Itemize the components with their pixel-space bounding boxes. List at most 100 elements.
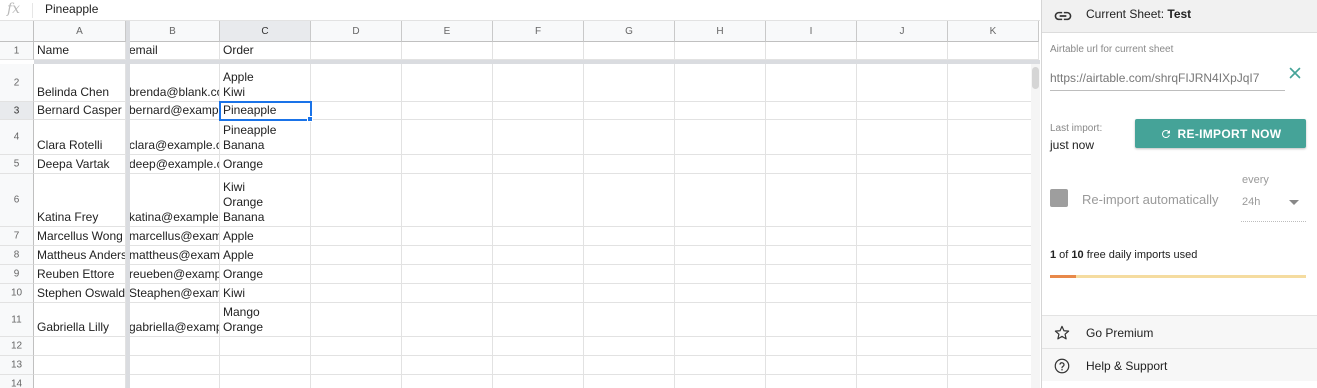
- cell-a3[interactable]: Bernard Casper: [34, 102, 126, 120]
- cell-b11[interactable]: gabriella@example.com: [126, 303, 220, 337]
- cell-j13[interactable]: [857, 356, 948, 375]
- cell-b9[interactable]: reueben@example.com: [126, 265, 220, 284]
- cell-g2[interactable]: [584, 64, 675, 102]
- cell-h2[interactable]: [675, 64, 766, 102]
- cell-a14[interactable]: [34, 375, 126, 388]
- cell-a8[interactable]: Mattheus Anderson: [34, 246, 126, 265]
- row-header-10[interactable]: 10: [0, 284, 34, 303]
- cell-e7[interactable]: [402, 227, 493, 246]
- column-header-c[interactable]: C: [220, 21, 311, 42]
- cell-j3[interactable]: [857, 102, 948, 120]
- interval-select[interactable]: 24h: [1241, 193, 1306, 222]
- cell-h8[interactable]: [675, 246, 766, 265]
- cell-c14[interactable]: [220, 375, 311, 388]
- cell-a11[interactable]: Gabriella Lilly: [34, 303, 126, 337]
- cell-i12[interactable]: [766, 337, 857, 356]
- cell-g9[interactable]: [584, 265, 675, 284]
- cell-g11[interactable]: [584, 303, 675, 337]
- cell-j11[interactable]: [857, 303, 948, 337]
- column-header-a[interactable]: A: [34, 21, 126, 42]
- row-header-8[interactable]: 8: [0, 246, 34, 265]
- cell-i8[interactable]: [766, 246, 857, 265]
- cell-i3[interactable]: [766, 102, 857, 120]
- cell-h9[interactable]: [675, 265, 766, 284]
- cell-c8[interactable]: Apple: [220, 246, 311, 265]
- cell-j4[interactable]: [857, 120, 948, 155]
- cell-e12[interactable]: [402, 337, 493, 356]
- cell-a10[interactable]: Stephen Oswald: [34, 284, 126, 303]
- cell-j10[interactable]: [857, 284, 948, 303]
- cell-d9[interactable]: [311, 265, 402, 284]
- cell-e13[interactable]: [402, 356, 493, 375]
- cell-d8[interactable]: [311, 246, 402, 265]
- cell-c5[interactable]: Orange: [220, 155, 311, 174]
- column-header-k[interactable]: K: [948, 21, 1039, 42]
- cell-e4[interactable]: [402, 120, 493, 155]
- cell-a2[interactable]: Belinda Chen: [34, 64, 126, 102]
- cell-j1[interactable]: [857, 42, 948, 60]
- row-header-12[interactable]: 12: [0, 337, 34, 356]
- cell-f6[interactable]: [493, 174, 584, 227]
- cell-a6[interactable]: Katina Frey: [34, 174, 126, 227]
- cell-j2[interactable]: [857, 64, 948, 102]
- auto-import-checkbox[interactable]: [1050, 189, 1068, 207]
- cell-k14[interactable]: [948, 375, 1039, 388]
- cell-f5[interactable]: [493, 155, 584, 174]
- cell-h1[interactable]: [675, 42, 766, 60]
- cell-g1[interactable]: [584, 42, 675, 60]
- cell-i14[interactable]: [766, 375, 857, 388]
- cell-k4[interactable]: [948, 120, 1039, 155]
- cell-g6[interactable]: [584, 174, 675, 227]
- cell-h13[interactable]: [675, 356, 766, 375]
- row-header-14[interactable]: 14: [0, 375, 34, 388]
- cell-h5[interactable]: [675, 155, 766, 174]
- cell-a13[interactable]: [34, 356, 126, 375]
- cell-b10[interactable]: Steaphen@example.com: [126, 284, 220, 303]
- cell-c12[interactable]: [220, 337, 311, 356]
- cell-d2[interactable]: [311, 64, 402, 102]
- cell-a7[interactable]: Marcellus Wong: [34, 227, 126, 246]
- reimport-button[interactable]: RE-IMPORT NOW: [1135, 119, 1306, 148]
- cell-d12[interactable]: [311, 337, 402, 356]
- cell-i13[interactable]: [766, 356, 857, 375]
- cell-j6[interactable]: [857, 174, 948, 227]
- cell-a9[interactable]: Reuben Ettore: [34, 265, 126, 284]
- cell-c2[interactable]: Apple Kiwi: [220, 64, 311, 102]
- cell-b8[interactable]: mattheus@example.com: [126, 246, 220, 265]
- airtable-url-input[interactable]: [1050, 66, 1285, 91]
- row-header-9[interactable]: 9: [0, 265, 34, 284]
- cell-e14[interactable]: [402, 375, 493, 388]
- cell-k12[interactable]: [948, 337, 1039, 356]
- cell-b6[interactable]: katina@example.com: [126, 174, 220, 227]
- row-header-1[interactable]: 1: [0, 42, 34, 60]
- cell-e10[interactable]: [402, 284, 493, 303]
- frozen-row-divider[interactable]: [34, 60, 1040, 64]
- cell-f4[interactable]: [493, 120, 584, 155]
- cell-i2[interactable]: [766, 64, 857, 102]
- cell-i1[interactable]: [766, 42, 857, 60]
- cell-k2[interactable]: [948, 64, 1039, 102]
- cell-f10[interactable]: [493, 284, 584, 303]
- column-header-i[interactable]: I: [766, 21, 857, 42]
- cell-f13[interactable]: [493, 356, 584, 375]
- row-header-6[interactable]: 6: [0, 174, 34, 227]
- cell-k3[interactable]: [948, 102, 1039, 120]
- cell-c10[interactable]: Kiwi: [220, 284, 311, 303]
- cell-b7[interactable]: marcellus@example.com: [126, 227, 220, 246]
- cell-e2[interactable]: [402, 64, 493, 102]
- cell-c1[interactable]: Order: [220, 42, 311, 60]
- cell-f9[interactable]: [493, 265, 584, 284]
- cell-f3[interactable]: [493, 102, 584, 120]
- cell-b4[interactable]: clara@example.com: [126, 120, 220, 155]
- cell-c6[interactable]: Kiwi Orange Banana: [220, 174, 311, 227]
- row-header-4[interactable]: 4: [0, 120, 34, 155]
- cell-k10[interactable]: [948, 284, 1039, 303]
- cell-e5[interactable]: [402, 155, 493, 174]
- cell-j8[interactable]: [857, 246, 948, 265]
- cell-g12[interactable]: [584, 337, 675, 356]
- cell-d10[interactable]: [311, 284, 402, 303]
- vertical-scrollbar[interactable]: [1031, 64, 1040, 388]
- cell-a5[interactable]: Deepa Vartak: [34, 155, 126, 174]
- cell-e8[interactable]: [402, 246, 493, 265]
- cell-f11[interactable]: [493, 303, 584, 337]
